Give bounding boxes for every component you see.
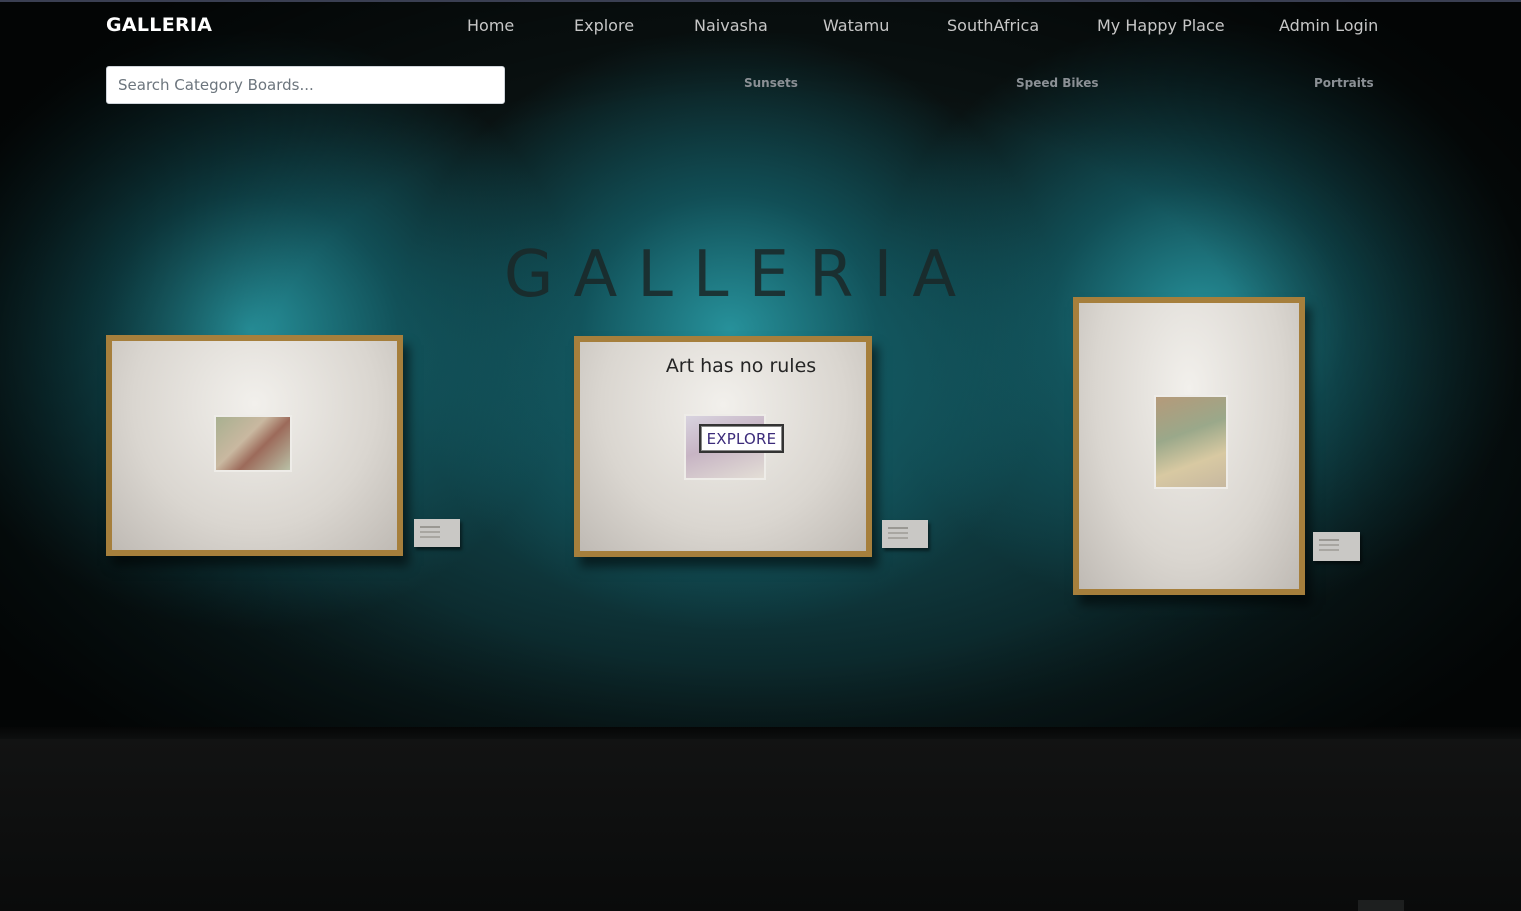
- artwork-right: [1154, 395, 1228, 489]
- top-border: [0, 0, 1521, 2]
- explore-button[interactable]: EXPLORE: [699, 424, 784, 453]
- category-link-speed-bikes[interactable]: Speed Bikes: [1016, 76, 1098, 90]
- picture-frame-right: [1073, 297, 1305, 595]
- nav-link-southafrica[interactable]: SouthAfrica: [947, 16, 1039, 35]
- wall-baseboard: [0, 727, 1521, 739]
- brand-logo[interactable]: GALLERIA: [106, 14, 212, 36]
- page: GALLERIA Home Explore Naivasha Watamu So…: [0, 0, 1521, 911]
- hero-title: GALLERIA: [503, 238, 977, 312]
- category-link-sunsets[interactable]: Sunsets: [744, 76, 798, 90]
- search-input[interactable]: [106, 66, 505, 104]
- nav-link-admin-login[interactable]: Admin Login: [1279, 16, 1378, 35]
- plaque-center: [882, 520, 928, 548]
- nav-link-home[interactable]: Home: [467, 16, 514, 35]
- category-link-portraits[interactable]: Portraits: [1314, 76, 1374, 90]
- frame-mat: [112, 341, 397, 550]
- hero-tagline: Art has no rules: [665, 355, 817, 377]
- artwork-left: [214, 415, 292, 472]
- floor-detail: [1358, 900, 1404, 911]
- nav-link-my-happy-place[interactable]: My Happy Place: [1097, 16, 1225, 35]
- nav-link-watamu[interactable]: Watamu: [823, 16, 889, 35]
- nav-link-explore[interactable]: Explore: [574, 16, 634, 35]
- picture-frame-left: [106, 335, 403, 556]
- gallery-floor: [0, 739, 1521, 911]
- plaque-right: [1313, 532, 1360, 561]
- frame-mat: [1079, 303, 1299, 589]
- plaque-left: [414, 519, 460, 547]
- nav-link-naivasha[interactable]: Naivasha: [694, 16, 768, 35]
